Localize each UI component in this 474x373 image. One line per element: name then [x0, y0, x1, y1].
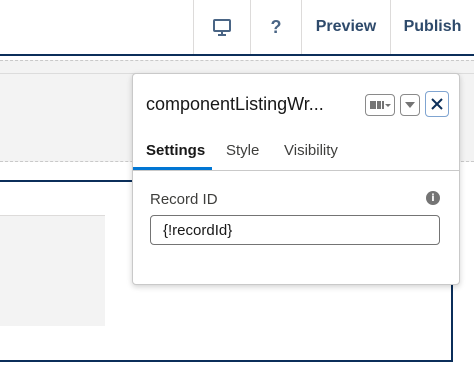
desktop-icon: [213, 18, 231, 36]
tab-style[interactable]: Style: [226, 142, 259, 159]
desktop-preview-button[interactable]: [194, 0, 250, 54]
publish-button[interactable]: Publish: [391, 0, 474, 54]
help-button[interactable]: ?: [251, 0, 301, 54]
publish-button-label: Publish: [403, 18, 462, 35]
builder-toolbar: ? Preview Publish: [0, 0, 474, 56]
close-icon: [431, 98, 443, 110]
toolbar-bottom-border: [0, 54, 474, 56]
preview-button[interactable]: Preview: [302, 0, 390, 54]
component-placeholder[interactable]: [0, 215, 105, 326]
panel-title: componentListingWr...: [146, 94, 324, 114]
component-variation-icon: [370, 101, 391, 109]
close-panel-button[interactable]: [425, 91, 449, 117]
info-icon[interactable]: i: [426, 191, 440, 205]
active-tab-indicator: [133, 167, 212, 170]
tab-settings[interactable]: Settings: [146, 142, 205, 159]
tab-visibility[interactable]: Visibility: [284, 142, 338, 159]
record-id-input[interactable]: [150, 215, 440, 245]
chevron-down-icon: [405, 102, 415, 108]
help-icon: ?: [270, 16, 282, 37]
preview-button-label: Preview: [315, 18, 377, 35]
component-properties-panel: componentListingWr... Settings Style Vis…: [132, 73, 460, 285]
panel-menu-button[interactable]: [400, 94, 420, 116]
panel-tabs: Settings Style Visibility: [133, 134, 459, 171]
component-variation-button[interactable]: [365, 94, 395, 116]
record-id-label: Record ID: [150, 191, 218, 208]
